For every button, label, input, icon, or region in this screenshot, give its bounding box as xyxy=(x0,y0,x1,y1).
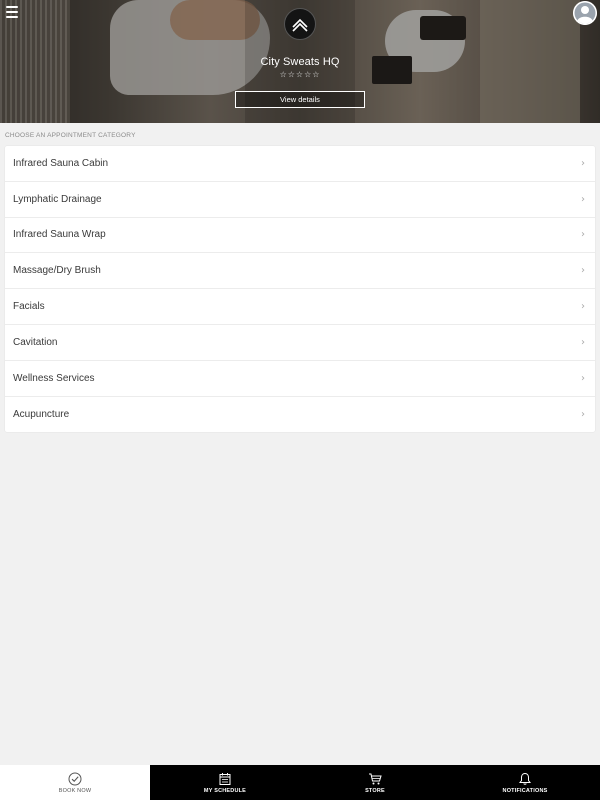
nav-label: STORE xyxy=(365,787,385,794)
category-item-infrared-sauna-cabin[interactable]: Infrared Sauna Cabin › xyxy=(5,146,595,182)
category-item-infrared-sauna-wrap[interactable]: Infrared Sauna Wrap › xyxy=(5,218,595,254)
user-avatar-icon[interactable] xyxy=(573,1,597,25)
category-label: Massage/Dry Brush xyxy=(13,265,101,277)
rating-stars: ☆☆☆☆☆ xyxy=(279,70,321,79)
section-label: CHOOSE AN APPOINTMENT CATEGORY xyxy=(5,132,136,139)
chevron-right-icon: › xyxy=(581,301,585,313)
category-label: Lymphatic Drainage xyxy=(13,193,102,205)
nav-notifications[interactable]: NOTIFICATIONS xyxy=(450,765,600,800)
shopping-cart-icon xyxy=(369,773,382,784)
bottom-navigation: BOOK NOW MY SCHEDULE STORE NOTIFICATIONS xyxy=(0,765,600,800)
category-list: Infrared Sauna Cabin › Lymphatic Drainag… xyxy=(5,146,595,433)
nav-label: BOOK NOW xyxy=(58,787,92,794)
chevron-right-icon: › xyxy=(581,372,585,384)
calendar-icon xyxy=(219,772,231,785)
chevron-right-icon: › xyxy=(581,408,585,420)
chevron-right-icon: › xyxy=(581,157,585,169)
category-label: Infrared Sauna Cabin xyxy=(13,157,109,169)
business-name: City Sweats HQ xyxy=(260,56,340,68)
chevron-right-icon: › xyxy=(581,229,585,241)
category-item-facials[interactable]: Facials › xyxy=(5,289,595,325)
header-banner: City Sweats HQ ☆☆☆☆☆ View details xyxy=(0,0,600,123)
checkmark-circle-icon xyxy=(68,772,82,785)
chevron-right-icon: › xyxy=(581,193,585,205)
nav-label: NOTIFICATIONS xyxy=(502,787,548,794)
category-item-acupuncture[interactable]: Acupuncture › xyxy=(5,397,595,433)
nav-store[interactable]: STORE xyxy=(300,765,450,800)
nav-book-now[interactable]: BOOK NOW xyxy=(0,765,150,800)
category-item-massage-dry-brush[interactable]: Massage/Dry Brush › xyxy=(5,253,595,290)
category-item-wellness-services[interactable]: Wellness Services › xyxy=(5,361,595,397)
category-label: Acupuncture xyxy=(13,408,70,420)
chevron-right-icon: › xyxy=(581,265,585,277)
chevron-up-logo-icon xyxy=(292,18,308,32)
business-logo xyxy=(284,8,316,40)
view-details-button[interactable]: View details xyxy=(235,91,365,108)
category-item-cavitation[interactable]: Cavitation › xyxy=(5,325,595,361)
category-label: Cavitation xyxy=(13,336,58,348)
nav-label: MY SCHEDULE xyxy=(203,787,247,794)
category-label: Wellness Services xyxy=(13,372,95,384)
hamburger-menu-icon[interactable] xyxy=(6,6,18,18)
chevron-right-icon: › xyxy=(581,336,585,348)
nav-my-schedule[interactable]: MY SCHEDULE xyxy=(150,765,300,800)
bell-icon xyxy=(519,772,531,785)
category-label: Infrared Sauna Wrap xyxy=(13,229,106,241)
category-item-lymphatic-drainage[interactable]: Lymphatic Drainage › xyxy=(5,182,595,218)
category-label: Facials xyxy=(13,301,45,313)
